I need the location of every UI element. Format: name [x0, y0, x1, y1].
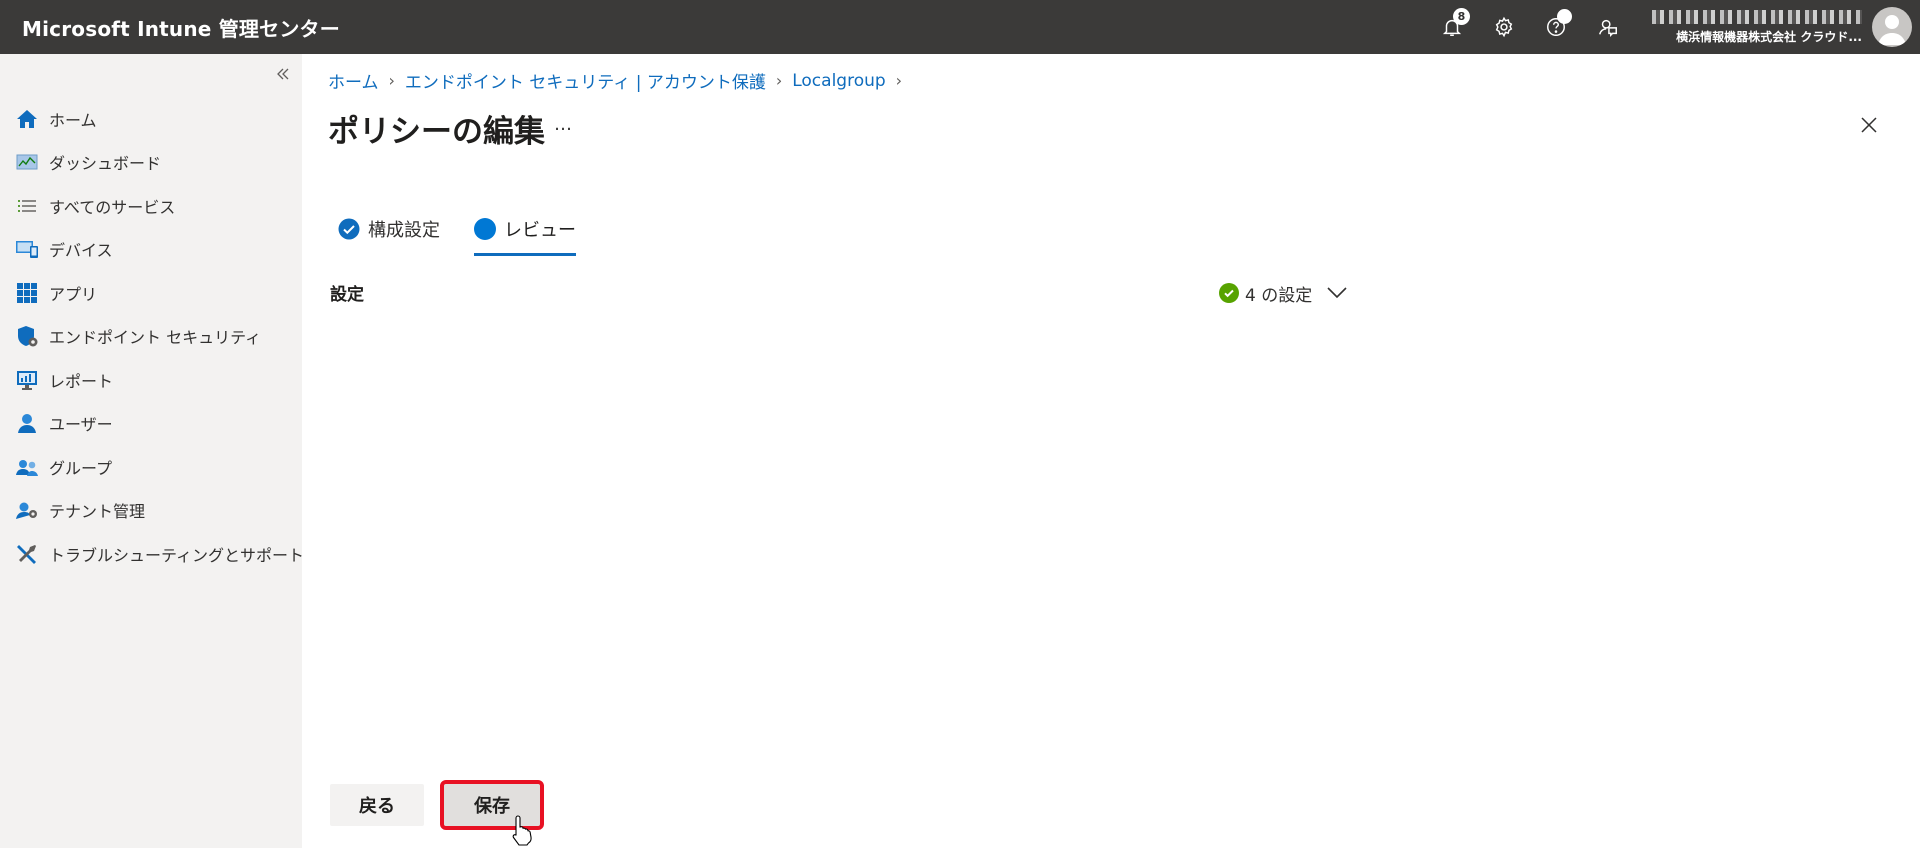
sidebar-item-users[interactable]: ユーザー	[0, 402, 302, 446]
avatar[interactable]	[1872, 7, 1912, 47]
user-avatar-icon	[1878, 15, 1906, 45]
help-indicator-dot	[1557, 9, 1572, 24]
tab-label: レビュー	[504, 220, 576, 241]
wizard-steps: 構成設定 レビュー	[338, 206, 610, 256]
chevron-right-icon: ›	[388, 71, 395, 90]
sidebar-nav: ホーム ダッシュボード すべてのサービス デバイス アプリ エンドポイント セキ…	[0, 97, 305, 576]
hand-pointer-cursor-icon	[512, 815, 532, 846]
sidebar-item-tenant-admin[interactable]: テナント管理	[0, 489, 302, 533]
expand-settings-button[interactable]	[1324, 280, 1350, 306]
feedback-button[interactable]	[1582, 0, 1634, 54]
account-tenant: 横浜情報機器株式会社 クラウド...	[1676, 29, 1862, 44]
double-chevron-left-icon	[277, 68, 289, 80]
account-name-redacted	[1652, 9, 1862, 24]
sidebar-item-endpoint-security[interactable]: エンドポイント セキュリティ	[0, 315, 302, 359]
account-info[interactable]: 横浜情報機器株式会社 クラウド...	[1652, 9, 1862, 45]
sidebar-item-home[interactable]: ホーム	[0, 97, 302, 141]
back-button[interactable]: 戻る	[330, 784, 424, 826]
home-icon	[15, 107, 39, 131]
close-icon	[1861, 117, 1877, 133]
sidebar-item-all-services[interactable]: すべてのサービス	[0, 184, 302, 228]
notification-count-badge: 8	[1453, 8, 1470, 25]
breadcrumb-localgroup[interactable]: Localgroup	[792, 71, 885, 91]
close-button[interactable]	[1856, 112, 1882, 138]
sidebar-item-reports[interactable]: レポート	[0, 358, 302, 402]
sidebar-collapse-button[interactable]	[271, 62, 295, 86]
sidebar: ホーム ダッシュボード すべてのサービス デバイス アプリ エンドポイント セキ…	[0, 54, 305, 848]
settings-section-label: 設定	[330, 285, 364, 305]
current-step-dot-icon	[474, 218, 496, 240]
breadcrumb-home[interactable]: ホーム	[328, 68, 379, 93]
chevron-right-icon: ›	[895, 71, 903, 90]
help-button[interactable]	[1530, 0, 1582, 54]
sidebar-item-label: グループ	[49, 458, 113, 478]
sidebar-item-troubleshooting[interactable]: トラブルシューティングとサポート	[0, 532, 305, 576]
more-options-button[interactable]: …	[554, 114, 573, 135]
shield-icon	[15, 324, 39, 348]
page-title: ポリシーの編集	[328, 114, 545, 150]
sidebar-item-apps[interactable]: アプリ	[0, 271, 302, 315]
report-icon	[15, 368, 39, 392]
sidebar-item-label: テナント管理	[49, 502, 146, 522]
tab-configuration[interactable]: 構成設定	[338, 206, 440, 252]
apps-grid-icon	[15, 281, 39, 305]
tools-icon	[15, 542, 39, 566]
main-content: ホーム › エンドポイント セキュリティ | アカウント保護 › Localgr…	[302, 54, 1920, 848]
success-check-icon	[1219, 283, 1239, 303]
list-icon	[15, 194, 39, 218]
sidebar-item-label: ホーム	[49, 110, 97, 130]
chevron-down-icon	[1327, 287, 1347, 299]
chevron-right-icon: ›	[775, 71, 783, 90]
sidebar-item-dashboard[interactable]: ダッシュボード	[0, 141, 302, 185]
sidebar-item-label: エンドポイント セキュリティ	[49, 328, 262, 348]
top-bar-actions: 8 横浜情報機器株式会社 クラウド...	[1426, 0, 1920, 54]
sidebar-item-devices[interactable]: デバイス	[0, 228, 302, 272]
gear-icon	[1495, 16, 1513, 38]
settings-count: 4 の設定	[1245, 285, 1313, 306]
sidebar-item-groups[interactable]: グループ	[0, 445, 302, 489]
checkmark-circle-icon	[338, 218, 360, 240]
feedback-icon	[1599, 19, 1617, 38]
device-icon	[15, 237, 39, 261]
sidebar-item-label: アプリ	[49, 284, 98, 304]
sidebar-item-label: ダッシュボード	[49, 154, 162, 174]
tab-label: 構成設定	[368, 220, 440, 241]
sidebar-item-label: すべてのサービス	[49, 197, 176, 217]
settings-button[interactable]	[1478, 0, 1530, 54]
breadcrumb-endpoint-security[interactable]: エンドポイント セキュリティ | アカウント保護	[405, 68, 766, 93]
tab-review[interactable]: レビュー	[474, 206, 576, 256]
settings-status: 4 の設定	[1219, 280, 1350, 306]
notifications-button[interactable]: 8	[1426, 0, 1478, 54]
dashboard-icon	[15, 150, 39, 174]
top-bar: Microsoft Intune 管理センター 8 横浜情報機器株式会社 クラウ…	[0, 0, 1920, 54]
group-icon	[15, 455, 39, 479]
user-icon	[15, 411, 39, 435]
sidebar-item-label: デバイス	[49, 241, 113, 261]
sidebar-item-label: レポート	[49, 371, 114, 391]
breadcrumb: ホーム › エンドポイント セキュリティ | アカウント保護 › Localgr…	[328, 68, 912, 94]
tenant-admin-icon	[15, 498, 39, 522]
sidebar-item-label: ユーザー	[49, 415, 113, 435]
sidebar-item-label: トラブルシューティングとサポート	[49, 545, 305, 565]
app-title[interactable]: Microsoft Intune 管理センター	[22, 13, 340, 42]
